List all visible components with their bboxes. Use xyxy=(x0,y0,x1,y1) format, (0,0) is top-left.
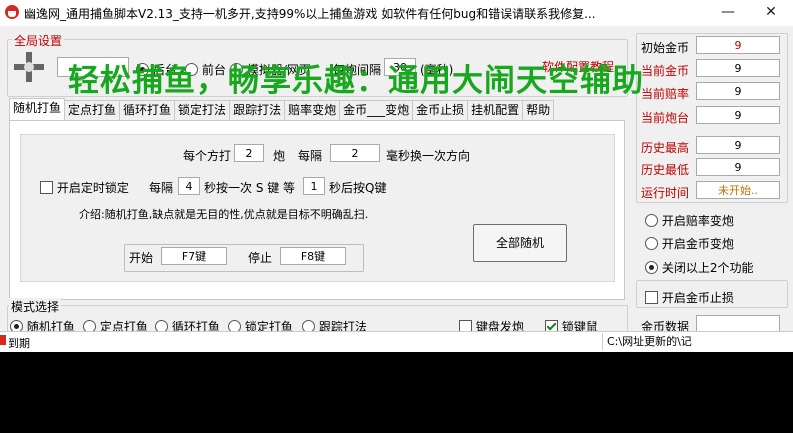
mode-select-legend: 模式选择 xyxy=(9,298,62,315)
wait-seconds-input[interactable]: 1 xyxy=(303,177,325,195)
history-high-value: 9 xyxy=(696,136,780,154)
lock-seconds-input[interactable]: 4 xyxy=(178,177,200,195)
history-low-label: 历史最低 xyxy=(641,163,690,177)
expire-text: 到期 xyxy=(8,337,30,350)
every-label: 每隔 xyxy=(298,149,323,163)
gold-stoploss-label: 开启金币止损 xyxy=(661,291,734,305)
timer-lock-checkbox xyxy=(40,181,53,194)
opt-odds-cannon-dot xyxy=(645,214,658,227)
global-settings-legend: 全局设置 xyxy=(12,32,65,49)
opt-odds-cannon[interactable]: 开启赔率变炮 xyxy=(645,212,734,229)
start-hotkey-field[interactable]: F7键 xyxy=(161,247,227,265)
run-time-value: 未开始.. xyxy=(696,181,780,199)
every-ms-unit: 毫秒换一次方向 xyxy=(386,149,471,163)
current-odds-label: 当前赔率 xyxy=(641,87,690,101)
stop-label: 停止 xyxy=(248,251,273,265)
status-app-icon xyxy=(0,335,6,345)
tab-loop-fish[interactable]: 循环打鱼 xyxy=(119,100,176,120)
run-time-label: 运行时间 xyxy=(641,186,690,200)
random-fish-panel: 每个方打 2 炮 每隔 2 毫秒换一次方向 开启定时锁定 每隔 4 秒按一次 S… xyxy=(9,120,625,300)
tab-gold-cannon[interactable]: 金币___变炮 xyxy=(339,100,414,120)
gold-stoploss-toggle[interactable]: 开启金币止损 xyxy=(645,289,734,306)
tab-help[interactable]: 帮助 xyxy=(522,100,555,120)
opt-disable-both[interactable]: 关闭以上2个功能 xyxy=(645,259,753,276)
stop-hotkey-field[interactable]: F8键 xyxy=(280,247,346,265)
opt-disable-both-dot xyxy=(645,261,658,274)
per-direction-unit: 炮 xyxy=(273,149,286,163)
minimize-button[interactable]: — xyxy=(706,0,750,26)
tab-strip: 随机打鱼 定点打鱼 循环打鱼 锁定打法 跟踪打法 赔率变炮 金币___变炮 金币… xyxy=(9,98,555,120)
wait-key-text: 秒后按Q键 xyxy=(329,181,387,195)
random-fish-inner: 每个方打 2 炮 每隔 2 毫秒换一次方向 开启定时锁定 每隔 4 秒按一次 S… xyxy=(20,134,615,282)
gold-stoploss-checkbox xyxy=(645,291,658,304)
status-strip: 到期 C:\网址更新的\记 xyxy=(0,331,793,352)
intro-text: 介绍:随机打鱼,缺点就是无目的性,优点就是目标不明确乱扫. xyxy=(79,208,369,221)
current-odds-value: 9 xyxy=(696,82,780,100)
promo-overlay-text: 轻松捕鱼，畅享乐趣：通用大闹天空辅助 xyxy=(68,63,644,99)
opt-gold-cannon-label: 开启金币变炮 xyxy=(661,237,734,251)
current-cannon-label: 当前炮台 xyxy=(641,111,690,125)
history-high-label: 历史最高 xyxy=(641,141,690,155)
timer-lock-label: 开启定时锁定 xyxy=(56,181,129,195)
start-label: 开始 xyxy=(129,251,154,265)
opt-gold-cannon[interactable]: 开启金币变炮 xyxy=(645,235,734,252)
timer-lock-toggle[interactable]: 开启定时锁定 xyxy=(40,179,129,196)
title-bar: 幽逸网_通用捕鱼脚本V2.13_支持一机多开,支持99%以上捕鱼游戏 如软件有任… xyxy=(0,0,793,26)
dpad-icon xyxy=(14,52,44,82)
every-ms-input[interactable]: 2 xyxy=(330,144,380,162)
history-low-value: 9 xyxy=(696,158,780,176)
main-window: 幽逸网_通用捕鱼脚本V2.13_支持一机多开,支持99%以上捕鱼游戏 如软件有任… xyxy=(0,0,793,352)
tab-fixed-point[interactable]: 定点打鱼 xyxy=(64,100,121,120)
current-gold-value: 9 xyxy=(696,59,780,77)
close-button[interactable]: ✕ xyxy=(749,0,793,26)
tab-odds-cannon[interactable]: 赔率变炮 xyxy=(284,100,341,120)
lock-every-label: 每隔 xyxy=(149,181,174,195)
init-gold-label: 初始金币 xyxy=(641,41,690,55)
init-gold-value: 9 xyxy=(696,36,780,54)
opt-gold-cannon-dot xyxy=(645,237,658,250)
tab-gold-stoploss[interactable]: 金币止损 xyxy=(412,100,469,120)
app-logo-icon xyxy=(5,5,19,19)
tab-lock-mode[interactable]: 锁定打法 xyxy=(174,100,231,120)
per-direction-label: 每个方打 xyxy=(183,149,232,163)
lock-key-text: 秒按一次 S 键 等 xyxy=(204,181,296,195)
current-cannon-value: 9 xyxy=(696,106,780,124)
opt-disable-both-label: 关闭以上2个功能 xyxy=(661,261,754,275)
opt-odds-cannon-label: 开启赔率变炮 xyxy=(661,214,734,228)
tab-idle-config[interactable]: 挂机配置 xyxy=(467,100,524,120)
path-field: C:\网址更新的\记 xyxy=(602,333,793,350)
window-title: 幽逸网_通用捕鱼脚本V2.13_支持一机多开,支持99%以上捕鱼游戏 如软件有任… xyxy=(24,7,596,21)
per-direction-input[interactable]: 2 xyxy=(234,144,264,162)
tab-random-fish[interactable]: 随机打鱼 xyxy=(9,98,66,120)
all-random-button[interactable]: 全部随机 xyxy=(473,224,567,262)
current-gold-label: 当前金币 xyxy=(641,64,690,78)
tab-track-mode[interactable]: 跟踪打法 xyxy=(229,100,286,120)
